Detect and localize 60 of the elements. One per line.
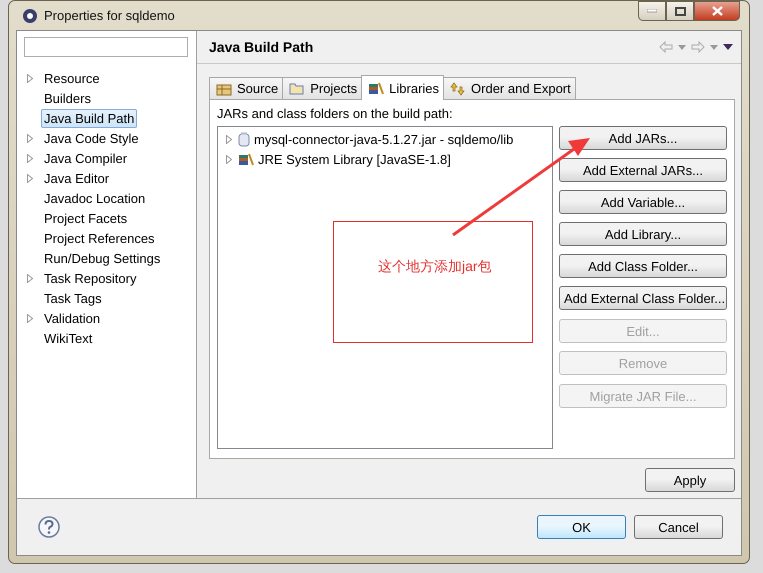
tab[interactable]: Source	[209, 77, 284, 99]
action-button[interactable]: Add External JARs...	[559, 158, 727, 182]
action-button[interactable]: Add JARs...	[559, 126, 727, 150]
expand-arrow-icon[interactable]	[226, 134, 232, 144]
tab[interactable]: Projects	[282, 77, 362, 99]
dialog-button[interactable]: Cancel	[634, 515, 723, 539]
sidebar-item[interactable]: Resource	[41, 68, 103, 88]
expand-arrow-icon[interactable]	[27, 74, 33, 82]
books-icon	[368, 81, 384, 95]
dropdown-icon[interactable]	[710, 44, 718, 50]
up-down-arrows-icon	[450, 82, 466, 96]
view-menu-icon[interactable]	[723, 44, 733, 50]
window-title: Properties for sqldemo	[44, 8, 175, 23]
jar-icon	[238, 132, 250, 146]
expand-arrow-icon[interactable]	[27, 134, 33, 142]
action-button[interactable]: Add Variable...	[559, 190, 727, 214]
back-arrow-icon[interactable]	[659, 41, 673, 53]
sidebar-item[interactable]: WikiText	[41, 328, 96, 348]
close-icon	[712, 6, 722, 16]
books-icon	[238, 152, 254, 166]
sidebar-item[interactable]: Task Repository	[41, 268, 140, 288]
sidebar-item[interactable]: Validation	[41, 308, 104, 328]
sidebar-item[interactable]: Task Tags	[41, 288, 105, 308]
dialog-button[interactable]: OK	[537, 515, 626, 539]
maximize-icon	[674, 6, 686, 16]
minimize-button[interactable]	[638, 1, 666, 21]
sidebar-item[interactable]: Javadoc Location	[41, 188, 148, 208]
tab[interactable]: Order and Export	[443, 77, 576, 99]
sidebar-item[interactable]: Run/Debug Settings	[41, 248, 164, 268]
minimize-icon	[647, 9, 657, 13]
folder-icon	[289, 82, 306, 96]
expand-arrow-icon[interactable]	[27, 314, 33, 322]
sidebar-item[interactable]: Java Compiler	[41, 148, 130, 168]
library-entry[interactable]: JRE System Library [JavaSE-1.8]	[258, 152, 451, 166]
sidebar-item[interactable]: Java Build Path	[41, 108, 138, 128]
section-heading: JARs and class folders on the build path:	[217, 106, 454, 121]
filter-field[interactable]	[24, 37, 188, 57]
maximize-button[interactable]	[666, 1, 694, 21]
tab[interactable]: Libraries	[361, 75, 444, 100]
action-button[interactable]: Add Class Folder...	[559, 254, 727, 278]
action-button[interactable]: Add External Class Folder...	[559, 286, 727, 310]
expand-arrow-icon[interactable]	[27, 274, 33, 282]
close-button[interactable]	[694, 1, 740, 21]
expand-arrow-icon[interactable]	[27, 174, 33, 182]
page-title: Java Build Path	[209, 39, 314, 55]
expand-arrow-icon[interactable]	[27, 154, 33, 162]
apply-button[interactable]: Apply	[645, 468, 735, 492]
dropdown-icon[interactable]	[678, 44, 686, 50]
expand-arrow-icon[interactable]	[226, 154, 232, 164]
sidebar-item[interactable]: Java Code Style	[41, 128, 142, 148]
annotation-text: 这个地方添加jar包	[378, 258, 492, 274]
action-button[interactable]: Add Library...	[559, 222, 727, 246]
package-icon	[216, 82, 232, 96]
sidebar-item[interactable]: Project References	[41, 228, 158, 248]
library-entry[interactable]: mysql-connector-java-5.1.27.jar - sqldemo/lib	[254, 132, 514, 146]
sidebar-item[interactable]: Java Editor	[41, 168, 112, 188]
help-icon[interactable]	[38, 516, 60, 538]
sidebar-item[interactable]: Project Facets	[41, 208, 130, 228]
forward-arrow-icon[interactable]	[691, 41, 705, 53]
sidebar-item[interactable]: Builders	[41, 88, 94, 108]
